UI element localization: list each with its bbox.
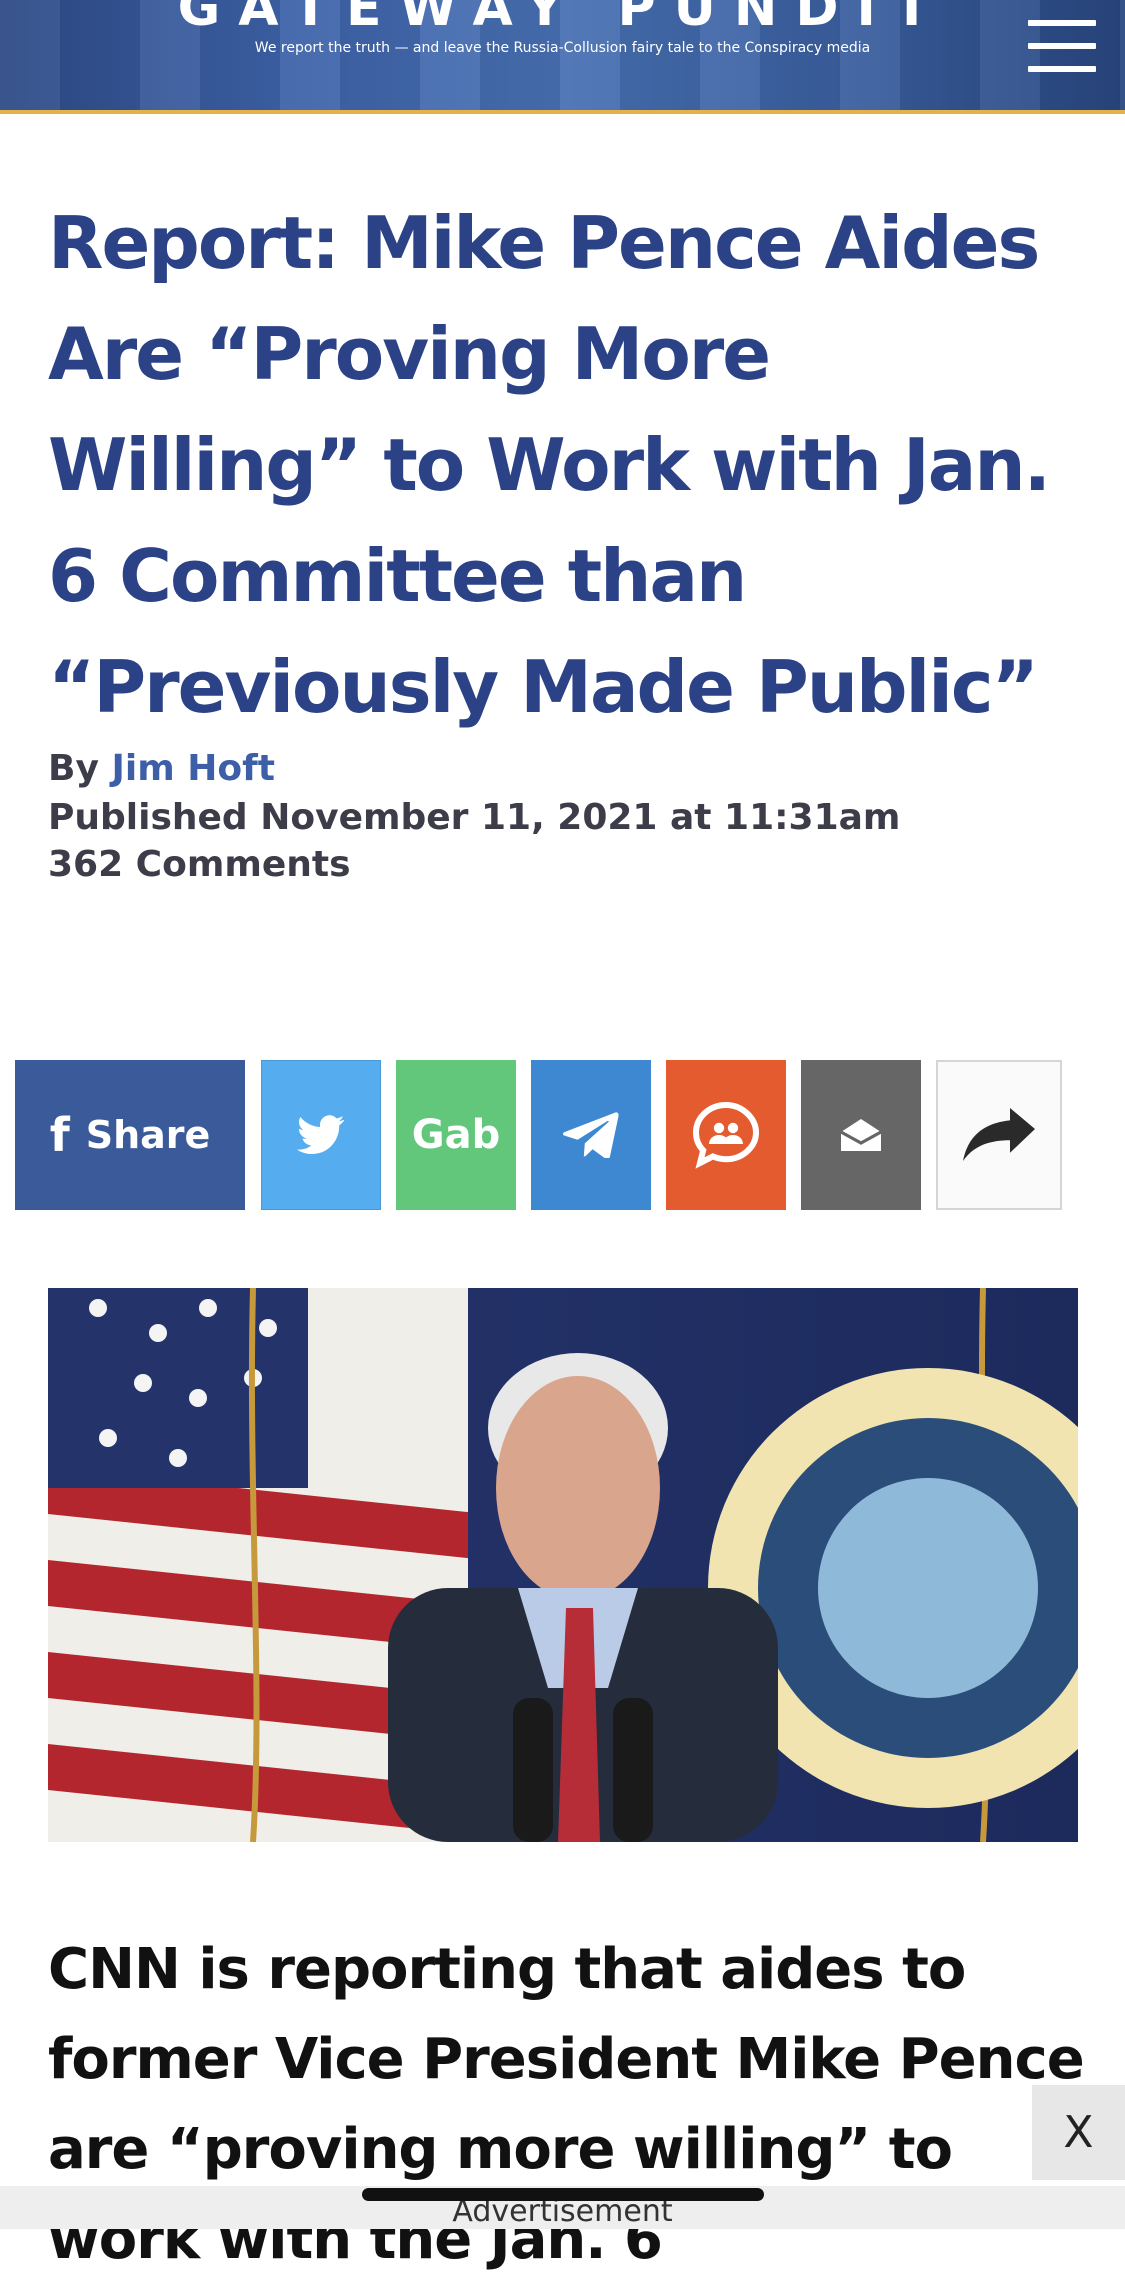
site-header: GATEWAY PUNDIT We report the truth — and… xyxy=(0,0,1125,114)
email-share-button[interactable] xyxy=(801,1060,921,1210)
hamburger-menu-icon[interactable] xyxy=(1028,20,1096,72)
twitter-share-button[interactable] xyxy=(261,1060,381,1210)
article-body-paragraph: CNN is reporting that aides to former Vi… xyxy=(48,1937,1085,2272)
ad-close-button[interactable]: X xyxy=(1032,2085,1125,2180)
mewe-icon xyxy=(692,1101,760,1169)
facebook-share-button[interactable]: f Share xyxy=(15,1060,245,1210)
hamburger-line xyxy=(1028,20,1096,26)
telegram-icon xyxy=(563,1112,619,1158)
site-logo[interactable]: GATEWAY PUNDIT xyxy=(0,0,1125,38)
article-headline: Report: Mike Pence Aides Are “Proving Mo… xyxy=(48,201,1051,729)
publish-date: Published November 11, 2021 at 11:31am xyxy=(48,797,901,838)
telegram-share-button[interactable] xyxy=(531,1060,651,1210)
twitter-icon xyxy=(297,1115,345,1154)
photo-illustration xyxy=(48,1288,1078,1842)
gab-share-button[interactable]: Gab xyxy=(396,1060,516,1210)
article-byline: By Jim Hoft xyxy=(48,748,275,789)
author-link[interactable]: Jim Hoft xyxy=(111,748,275,789)
home-indicator[interactable] xyxy=(362,2188,764,2201)
site-tagline: We report the truth — and leave the Russ… xyxy=(254,40,871,56)
byline-label: By xyxy=(48,748,99,789)
comments-link[interactable]: 362 Comments xyxy=(48,844,351,885)
hamburger-line xyxy=(1028,66,1096,72)
more-share-button[interactable] xyxy=(936,1060,1062,1210)
mewe-share-button[interactable] xyxy=(666,1060,786,1210)
facebook-icon: f xyxy=(49,1108,70,1162)
email-icon xyxy=(840,1119,882,1151)
article-photo[interactable] xyxy=(48,1288,1078,1842)
share-arrow-icon xyxy=(963,1108,1035,1161)
facebook-share-label: Share xyxy=(85,1113,211,1157)
gab-share-label: Gab xyxy=(411,1112,501,1158)
hamburger-line xyxy=(1028,43,1096,49)
